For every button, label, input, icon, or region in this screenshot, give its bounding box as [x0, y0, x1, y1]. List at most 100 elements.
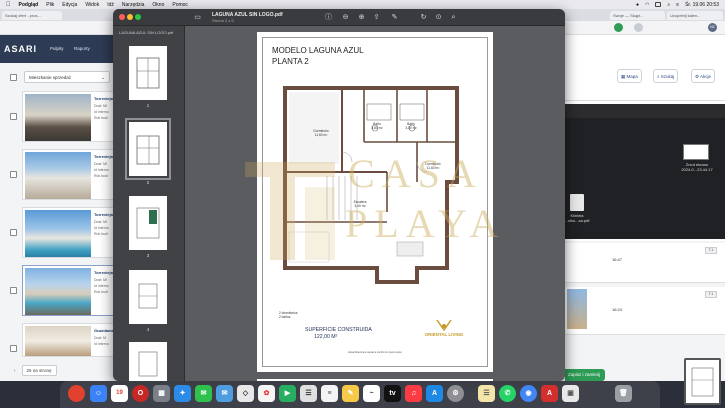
safari-icon[interactable]: ✦: [174, 385, 191, 402]
menu-go[interactable]: Idź: [107, 2, 114, 8]
acrobat-icon[interactable]: A: [541, 385, 558, 402]
nav-pulpity[interactable]: Pulpity: [50, 46, 64, 51]
info-icon[interactable]: ⓘ: [324, 13, 333, 22]
reminders-icon[interactable]: ≡: [321, 385, 338, 402]
listing-card[interactable]: Torrevieja Dost: MI Id Interno Rok budi: [22, 207, 114, 258]
notes-icon[interactable]: ✎: [342, 385, 359, 402]
listing-line: Id Interno: [94, 168, 109, 172]
document-area[interactable]: MODELO LAGUNA AZUL PLANTA 2 Dormitorio 1…: [185, 26, 565, 381]
whatsapp-icon[interactable]: ✆: [499, 385, 516, 402]
annotate-icon[interactable]: ⊙: [434, 13, 443, 22]
screenshot-file-icon[interactable]: [683, 144, 709, 160]
markup-icon[interactable]: ✎: [390, 13, 399, 22]
sidebar-toggle-icon[interactable]: ▭: [193, 13, 202, 22]
music-icon[interactable]: ♫: [405, 385, 422, 402]
maps-icon[interactable]: ◇: [237, 385, 254, 402]
sort-select[interactable]: Mieszkanie sprzedaż ⌄: [24, 71, 110, 83]
preview-icon[interactable]: ▣: [562, 385, 579, 402]
mail-icon[interactable]: ✉: [216, 385, 233, 402]
app-menu[interactable]: Podgląd: [19, 2, 39, 8]
finder-icon[interactable]: ☺: [90, 385, 107, 402]
menu-window[interactable]: Okno: [152, 2, 164, 8]
clock[interactable]: Śr. 19.06 20:53: [685, 2, 719, 8]
battery-icon[interactable]: [655, 2, 662, 7]
listing-checkbox[interactable]: [10, 287, 17, 294]
zoom-in-icon[interactable]: ⊕: [357, 13, 366, 22]
listing-title[interactable]: Torrevieja: [94, 270, 113, 275]
launchpad-icon[interactable]: ▦: [153, 385, 170, 402]
notification-icon[interactable]: [634, 23, 643, 32]
page-thumbnail[interactable]: [129, 342, 167, 381]
page-thumbnail[interactable]: [129, 196, 167, 250]
list-item[interactable]: 16:24 T.1: [565, 287, 725, 335]
select-all-checkbox[interactable]: [10, 74, 17, 81]
close-icon[interactable]: [119, 14, 125, 20]
share-icon[interactable]: ⇪: [372, 13, 381, 22]
menu-help[interactable]: Pomoc: [172, 2, 188, 8]
chevron-left-icon[interactable]: ‹: [14, 368, 16, 373]
search-button[interactable]: ⌕ Szukaj: [653, 69, 679, 83]
menu-file[interactable]: Plik: [46, 2, 54, 8]
page-thumbnail[interactable]: [129, 270, 167, 324]
screenshot-file-label[interactable]: Zrzut ekranu 2024-0...23.44.17: [673, 162, 721, 172]
messages-icon[interactable]: ✉: [195, 385, 212, 402]
listing-checkbox[interactable]: [10, 345, 17, 352]
add-icon[interactable]: [614, 23, 623, 32]
calendar-icon[interactable]: 19: [111, 385, 128, 402]
menu-tools[interactable]: Narzędzia: [122, 2, 145, 8]
actions-button[interactable]: ⚙ Akcje: [691, 69, 716, 83]
listing-card[interactable]: Torrevieja Dost: MI Id Interno Rok budi: [22, 91, 114, 142]
listing-card[interactable]: Torrevieja Dost: MI Id Interno Rok budi: [22, 265, 114, 316]
chrome-icon[interactable]: ◉: [520, 385, 537, 402]
zoom-icon[interactable]: [135, 14, 141, 20]
photos-icon[interactable]: ✿: [258, 385, 275, 402]
listing-checkbox[interactable]: [10, 113, 17, 120]
control-center-icon[interactable]: ≡: [676, 2, 679, 8]
nav-raporty[interactable]: Raporty: [74, 46, 90, 51]
notes-file-icon[interactable]: ☰: [478, 385, 495, 402]
page-size-select[interactable]: 25 na stronę: [21, 364, 57, 376]
asari-logo[interactable]: ASARI: [4, 44, 37, 54]
listing-card[interactable]: Guardama Dost: M Id Interno: [22, 323, 114, 357]
avatar[interactable]: NZ: [708, 23, 717, 32]
listing-checkbox[interactable]: [10, 171, 17, 178]
apple-menu-icon[interactable]: : [6, 2, 11, 8]
menu-view[interactable]: Widok: [85, 2, 99, 8]
app-icon-flower[interactable]: [68, 385, 85, 402]
page-thumbnail[interactable]: [129, 46, 167, 100]
minimize-icon[interactable]: [127, 14, 133, 20]
list-item[interactable]: 16:47 T.1: [565, 243, 725, 283]
listing-title[interactable]: Guardama: [94, 328, 114, 333]
listing-title[interactable]: Torrevieja: [94, 96, 113, 101]
status-icon[interactable]: ●: [636, 2, 639, 8]
listing-title[interactable]: Torrevieja: [94, 212, 113, 217]
listing-checkbox[interactable]: [10, 229, 17, 236]
rotate-icon[interactable]: ↻: [419, 13, 428, 22]
wifi-icon[interactable]: ◠: [645, 2, 649, 8]
facetime-icon[interactable]: ▶: [279, 385, 296, 402]
browser-tab[interactable]: Szukaj ofert - pros...: [2, 11, 62, 20]
tv-icon[interactable]: tv: [384, 385, 401, 402]
settings-icon[interactable]: ⚙: [447, 385, 464, 402]
search-icon[interactable]: ⌕: [667, 2, 670, 8]
page-thumbnail-selected[interactable]: [125, 118, 171, 180]
search-icon[interactable]: ⌕: [449, 13, 458, 22]
developer-logo-text: ORIENTAL LIVING: [424, 332, 464, 337]
freeform-icon[interactable]: ~: [363, 385, 380, 402]
browser-tab[interactable]: Uzupełnij kalen...: [667, 11, 723, 20]
pdf-file-icon[interactable]: [570, 194, 584, 211]
map-button[interactable]: ▦ Mapa: [617, 69, 642, 83]
zoom-out-icon[interactable]: ⊖: [341, 13, 350, 22]
screenshot-preview-thumbnail[interactable]: [684, 358, 721, 405]
save-and-close-button[interactable]: Zapisz i zamknij: [565, 369, 605, 381]
list-item-badge: T.1: [705, 247, 717, 254]
menu-edit[interactable]: Edycja: [62, 2, 77, 8]
listing-card[interactable]: Torrevieja Dost: MI Id Interno Rok budi: [22, 149, 114, 200]
app-store-icon[interactable]: A: [426, 385, 443, 402]
trash-icon[interactable]: 🗑: [615, 385, 632, 402]
list-item-photo: [567, 289, 587, 329]
contacts-icon[interactable]: ☰: [300, 385, 317, 402]
browser-tab[interactable]: Swoje — Skąpl...: [610, 11, 665, 20]
opera-icon[interactable]: O: [132, 385, 149, 402]
listing-title[interactable]: Torrevieja: [94, 154, 113, 159]
